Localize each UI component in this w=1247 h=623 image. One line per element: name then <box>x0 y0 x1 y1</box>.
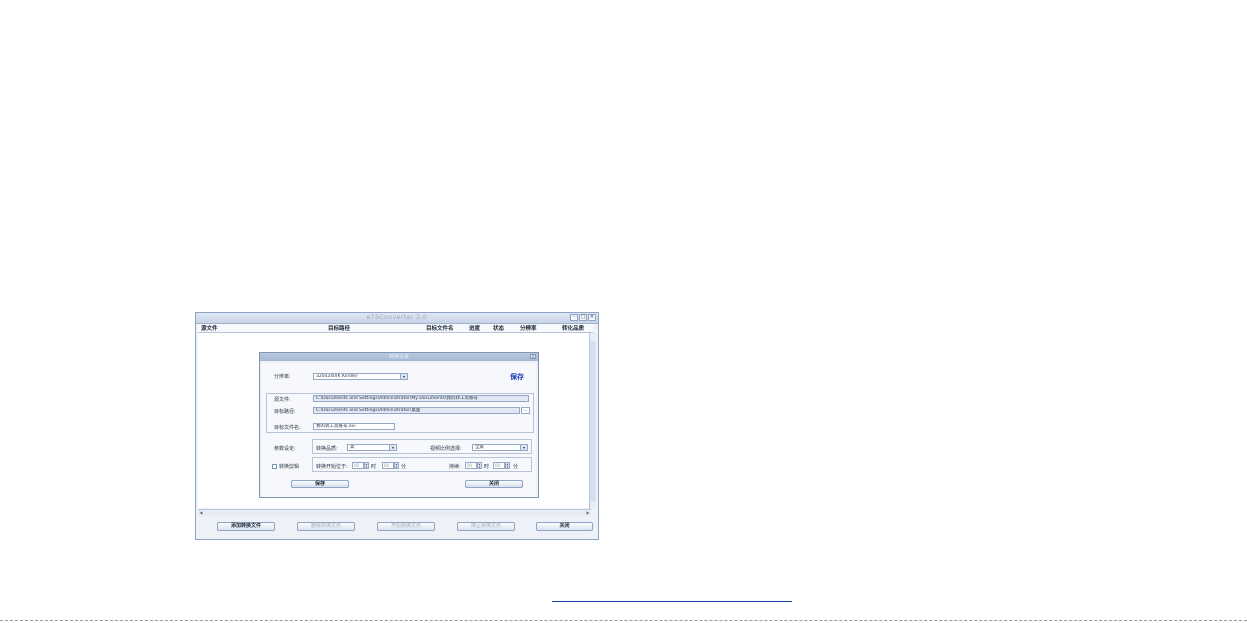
params-label: 参数设定: <box>274 446 296 452</box>
window-title: eTSConverter 2.0 <box>366 314 428 321</box>
start-minute-field[interactable]: 00 <box>382 462 394 469</box>
chevron-down-icon[interactable]: ▾ <box>520 445 527 450</box>
target-path-field[interactable]: C:\Documents and Settings\Administrator\… <box>313 407 520 414</box>
close-app-button[interactable]: 关闭 <box>536 522 593 531</box>
aspect-value: 全屏 <box>475 445 484 450</box>
save-button[interactable]: 保存 <box>291 480 349 488</box>
dialog-title: 转换设置 <box>388 354 409 360</box>
resolution-select[interactable]: 320x240(K Kindle) ▾ <box>313 373 408 380</box>
column-header-progress[interactable]: 进度 <box>469 324 480 332</box>
column-header-source[interactable]: 源文件 <box>201 324 218 332</box>
chevron-down-icon[interactable]: ▾ <box>400 374 407 379</box>
resolution-label: 分辨率: <box>274 374 291 380</box>
dialog-cancel-button[interactable]: 关闭 <box>465 480 523 488</box>
start-hour-field[interactable]: 00 <box>352 462 364 469</box>
maximize-button[interactable]: □ <box>579 314 587 321</box>
scroll-left-icon[interactable]: ◀ <box>198 510 204 516</box>
length-label: 持续: <box>449 464 461 470</box>
trim-label: 转换剪辑 <box>279 464 300 470</box>
aspect-select[interactable]: 全屏 ▾ <box>472 444 528 451</box>
dialog-title-bar[interactable]: 转换设置 × <box>260 353 538 361</box>
spin-arrows-icon[interactable]: ▴ ▾ <box>477 462 482 469</box>
bottom-toolbar: 添加转换文件 删除转换文件 开始转换文件 停止转换文件 关闭 <box>196 517 598 539</box>
column-header-quality[interactable]: 转化品质 <box>562 324 584 332</box>
target-name-label: 目标文件名: <box>274 425 301 431</box>
add-file-button[interactable]: 添加转换文件 <box>217 522 275 531</box>
table-header: 源文件 目标路径 目标文件名 进度 状态 分辨率 转化品质 <box>198 324 593 333</box>
settings-dialog: 转换设置 × 分辨率: 320x240(K Kindle) ▾ 保存 源文件: … <box>259 352 539 498</box>
window-controls: - □ × <box>570 314 596 321</box>
length-hour-field[interactable]: 00 <box>465 462 477 469</box>
spin-arrows-icon[interactable]: ▴ ▾ <box>394 462 399 469</box>
footer-link[interactable] <box>552 590 792 602</box>
quality-value: 高 <box>350 445 355 450</box>
close-button[interactable]: × <box>588 314 596 321</box>
trim-checkbox[interactable] <box>272 464 277 469</box>
source-label: 源文件: <box>274 397 291 403</box>
horizontal-scrollbar[interactable]: ◀ ▶ <box>198 509 591 516</box>
spin-arrows-icon[interactable]: ▴ ▾ <box>505 462 510 469</box>
page-divider <box>0 620 1247 621</box>
start-minute-unit: 分 <box>401 464 407 470</box>
column-header-status[interactable]: 状态 <box>493 324 504 332</box>
resolution-value: 320x240(K Kindle) <box>316 374 358 379</box>
minimize-button[interactable]: - <box>570 314 578 321</box>
browse-button[interactable]: ... <box>521 407 530 414</box>
dialog-close-button[interactable]: × <box>530 354 536 359</box>
start-hour-unit: 时 <box>371 464 377 470</box>
source-field[interactable]: C:\Documents and Settings\Administrator\… <box>313 395 529 402</box>
quality-select[interactable]: 高 ▾ <box>347 444 397 451</box>
column-header-target-path[interactable]: 目标路径 <box>328 324 350 332</box>
start-label: 转换开始位于: <box>316 464 348 470</box>
quality-label: 转换品质: <box>316 446 338 452</box>
spin-arrows-icon[interactable]: ▴ ▾ <box>364 462 369 469</box>
main-window: eTSConverter 2.0 - □ × 源文件 目标路径 目标文件名 进度… <box>195 312 599 540</box>
delete-file-button[interactable]: 删除转换文件 <box>297 522 355 531</box>
vertical-scrollbar[interactable] <box>589 333 596 509</box>
apply-link[interactable]: 保存 <box>510 372 524 382</box>
target-name-field[interactable]: 我的转工资账号.avi <box>313 423 395 430</box>
title-bar[interactable]: eTSConverter 2.0 - □ × <box>196 313 598 324</box>
column-header-resolution[interactable]: 分辨率 <box>520 324 537 332</box>
length-minute-unit: 分 <box>513 464 519 470</box>
scroll-right-icon[interactable]: ▶ <box>585 510 591 516</box>
length-hour-unit: 时 <box>484 464 490 470</box>
dialog-body: 分辨率: 320x240(K Kindle) ▾ 保存 源文件: C:\Docu… <box>262 363 536 497</box>
vertical-scroll-thumb[interactable] <box>590 341 596 501</box>
target-path-label: 目标路径: <box>274 409 296 415</box>
chevron-down-icon[interactable]: ▾ <box>389 445 396 450</box>
aspect-label: 视频比例选择: <box>430 446 462 452</box>
page: eTSConverter 2.0 - □ × 源文件 目标路径 目标文件名 进度… <box>0 0 1247 623</box>
start-convert-button[interactable]: 开始转换文件 <box>377 522 435 531</box>
length-minute-field[interactable]: 00 <box>493 462 505 469</box>
column-header-target-name[interactable]: 目标文件名 <box>426 324 454 332</box>
stop-convert-button[interactable]: 停止转换文件 <box>457 522 515 531</box>
